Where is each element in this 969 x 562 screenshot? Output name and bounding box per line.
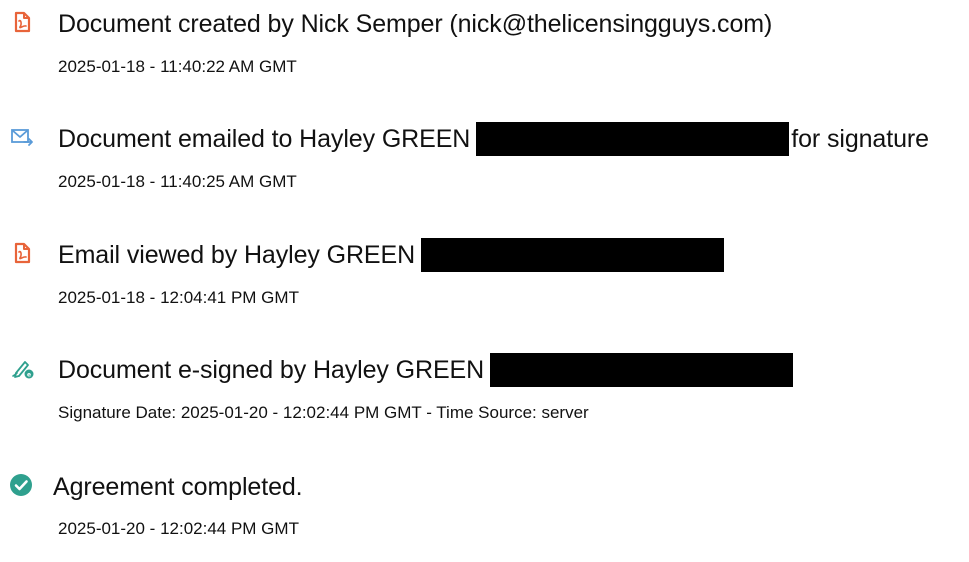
audit-event-agreement-completed: Agreement completed. 2025-01-20 - 12:02:…	[0, 462, 969, 562]
document-pdf-icon	[14, 11, 31, 33]
event-signature-date: Signature Date: 2025-01-20 - 12:02:44 PM…	[58, 403, 589, 422]
event-timestamp: 2025-01-18 - 11:40:22 AM GMT	[58, 57, 297, 76]
event-title-text: Document emailed to Hayley GREEN	[58, 125, 471, 153]
redaction-bar	[490, 353, 794, 387]
audit-event-document-created: Document created by Nick Semper (nick@th…	[0, 0, 969, 100]
audit-event-list: Document created by Nick Semper (nick@th…	[0, 0, 969, 538]
redaction-bar	[476, 122, 790, 156]
audit-event-document-esigned: e Document e-signed by Hayley GREEN Sign…	[0, 346, 969, 446]
audit-event-email-viewed: Email viewed by Hayley GREEN 2025-01-18 …	[0, 231, 969, 331]
email-send-icon	[11, 129, 33, 146]
svg-text:e: e	[27, 372, 31, 379]
event-title-text: Email viewed by Hayley GREEN	[58, 241, 416, 269]
event-title: Document emailed to Hayley GREEN for sign…	[58, 122, 929, 156]
event-title: Document e-signed by Hayley GREEN	[58, 353, 794, 387]
audit-event-document-emailed: Document emailed to Hayley GREEN for sign…	[0, 115, 969, 215]
e-sign-pen-icon: e	[12, 361, 34, 379]
redaction-bar	[421, 238, 725, 272]
event-timestamp: 2025-01-18 - 12:04:41 PM GMT	[58, 288, 299, 307]
event-title-text: Document e-signed by Hayley GREEN	[58, 356, 485, 384]
event-title: Agreement completed.	[53, 473, 303, 501]
event-title-suffix: for signature	[791, 125, 929, 153]
event-title: Email viewed by Hayley GREEN	[58, 238, 725, 272]
document-pdf-icon	[14, 242, 31, 264]
event-timestamp: 2025-01-18 - 11:40:25 AM GMT	[58, 172, 297, 191]
check-circle-icon	[10, 474, 32, 496]
event-title: Document created by Nick Semper (nick@th…	[58, 10, 773, 38]
